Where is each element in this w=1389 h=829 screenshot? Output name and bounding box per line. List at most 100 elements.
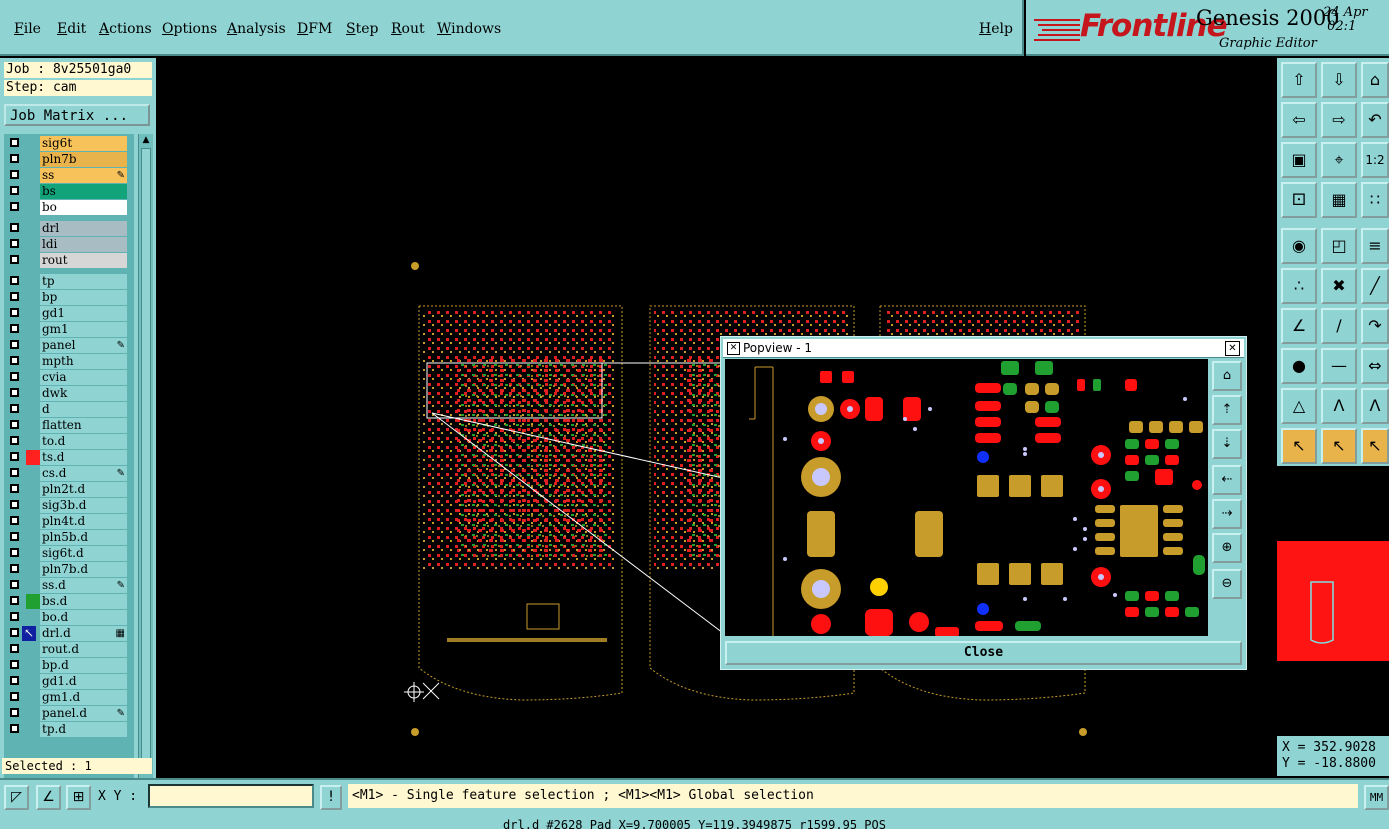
- layer-checkbox[interactable]: [10, 596, 19, 605]
- layer-row[interactable]: ↖ drl.d ▦: [4, 626, 128, 641]
- layer-row[interactable]: bo: [4, 200, 128, 215]
- snap-icon[interactable]: ⚀: [1281, 182, 1317, 218]
- layer-checkbox[interactable]: [10, 580, 19, 589]
- layer-name[interactable]: tp: [40, 274, 127, 289]
- layer-name[interactable]: to.d: [40, 434, 127, 449]
- layer-row[interactable]: tp.d: [4, 722, 128, 737]
- layer-row[interactable]: pln7b: [4, 152, 128, 167]
- layer-row[interactable]: panel.d ✎: [4, 706, 128, 721]
- a-bar-icon[interactable]: Ʌ: [1361, 388, 1389, 424]
- work-layer-arrow-icon[interactable]: ↖: [22, 626, 36, 641]
- layer-row[interactable]: flatten: [4, 418, 128, 433]
- pointer-alt-icon[interactable]: ↖: [1361, 428, 1389, 464]
- layer-color-swatch[interactable]: [26, 610, 40, 625]
- layer-name[interactable]: gm1: [40, 322, 127, 337]
- layer-color-swatch[interactable]: [26, 706, 40, 721]
- layer-color-swatch[interactable]: [26, 221, 40, 236]
- layer-row[interactable]: gd1: [4, 306, 128, 321]
- layer-color-swatch[interactable]: [26, 690, 40, 705]
- layer-name[interactable]: mpth: [40, 354, 127, 369]
- zoom-center-icon[interactable]: ⌖: [1321, 142, 1357, 178]
- layer-row[interactable]: panel ✎: [4, 338, 128, 353]
- snap-corner-icon[interactable]: ◸: [4, 785, 29, 810]
- layer-row[interactable]: gm1: [4, 322, 128, 337]
- layer-color-swatch[interactable]: [26, 354, 40, 369]
- layer-row[interactable]: gm1.d: [4, 690, 128, 705]
- layer-name[interactable]: bp: [40, 290, 127, 305]
- layer-color-swatch[interactable]: [26, 594, 40, 609]
- a-cap-icon[interactable]: Λ: [1321, 388, 1357, 424]
- layer-row[interactable]: cs.d ✎: [4, 466, 128, 481]
- zoom-top-icon[interactable]: ⇧: [1281, 62, 1317, 98]
- layer-name[interactable]: sig6t: [40, 136, 127, 151]
- layer-name[interactable]: ss.d ✎: [40, 578, 127, 593]
- layer-color-swatch[interactable]: [26, 152, 40, 167]
- layer-row[interactable]: sig6t.d: [4, 546, 128, 561]
- layer-checkbox[interactable]: [10, 170, 19, 179]
- layer-checkbox[interactable]: [10, 516, 19, 525]
- layer-name[interactable]: drl.d ▦: [40, 626, 127, 641]
- layer-row[interactable]: to.d: [4, 434, 128, 449]
- zoom-fit-icon[interactable]: ▣: [1281, 142, 1317, 178]
- layer-name[interactable]: ts.d: [40, 450, 127, 465]
- layer-row[interactable]: gd1.d: [4, 674, 128, 689]
- layer-name[interactable]: gd1.d: [40, 674, 127, 689]
- layer-name[interactable]: rout: [40, 253, 127, 268]
- grid-toggle-icon[interactable]: ⊞: [66, 785, 91, 810]
- popview-pan-left-icon[interactable]: ⇠: [1212, 465, 1242, 495]
- layer-row[interactable]: rout.d: [4, 642, 128, 657]
- popview-pan-up-icon[interactable]: ⇡: [1212, 395, 1242, 425]
- layer-name[interactable]: tp.d: [40, 722, 127, 737]
- layer-name[interactable]: gd1: [40, 306, 127, 321]
- layer-row[interactable]: bs.d: [4, 594, 128, 609]
- connect-icon[interactable]: ∴: [1281, 268, 1317, 304]
- menu-step[interactable]: Step: [346, 21, 378, 37]
- arc-icon[interactable]: ↷: [1361, 308, 1389, 344]
- popview-pan-down-icon[interactable]: ⇣: [1212, 429, 1242, 459]
- layer-color-swatch[interactable]: [26, 562, 40, 577]
- zoom-bottom-icon[interactable]: ⇩: [1321, 62, 1357, 98]
- units-button[interactable]: MM: [1364, 785, 1389, 810]
- layer-checkbox[interactable]: [10, 372, 19, 381]
- layer-color-swatch[interactable]: [26, 482, 40, 497]
- layer-name[interactable]: pln7b.d: [40, 562, 127, 577]
- layer-color-swatch[interactable]: [26, 530, 40, 545]
- layer-row[interactable]: ldi: [4, 237, 128, 252]
- layer-color-swatch[interactable]: [26, 578, 40, 593]
- layer-checkbox[interactable]: [10, 388, 19, 397]
- layer-color-swatch[interactable]: [26, 338, 40, 353]
- dimension-icon[interactable]: ⇔: [1361, 348, 1389, 384]
- layer-name[interactable]: bs: [40, 184, 127, 199]
- layer-name[interactable]: bo: [40, 200, 127, 215]
- cross-icon[interactable]: ✖: [1321, 268, 1357, 304]
- popview-close-button[interactable]: Close: [725, 641, 1242, 665]
- layer-row[interactable]: d: [4, 402, 128, 417]
- layer-color-swatch[interactable]: [26, 322, 40, 337]
- menu-dfm[interactable]: DFM: [297, 21, 332, 37]
- layer-color-swatch[interactable]: [26, 674, 40, 689]
- menu-edit[interactable]: Edit: [57, 21, 86, 37]
- layer-row[interactable]: bs: [4, 184, 128, 199]
- dash-line-icon[interactable]: —: [1321, 348, 1357, 384]
- layer-name[interactable]: flatten: [40, 418, 127, 433]
- angle-icon[interactable]: ∠: [1281, 308, 1317, 344]
- layer-color-swatch[interactable]: [26, 418, 40, 433]
- layer-row[interactable]: tp: [4, 274, 128, 289]
- network-icon[interactable]: ∷: [1361, 182, 1389, 218]
- layer-name[interactable]: d: [40, 402, 127, 417]
- layer-color-swatch[interactable]: [26, 402, 40, 417]
- pan-right-icon[interactable]: ⇨: [1321, 102, 1357, 138]
- layer-checkbox[interactable]: [10, 154, 19, 163]
- layer-name[interactable]: cs.d ✎: [40, 466, 127, 481]
- layer-checkbox[interactable]: [10, 340, 19, 349]
- layer-checkbox[interactable]: [10, 564, 19, 573]
- layer-checkbox[interactable]: [10, 255, 19, 264]
- layer-color-swatch[interactable]: [26, 274, 40, 289]
- menu-rout[interactable]: Rout: [391, 21, 425, 37]
- layer-checkbox[interactable]: [10, 612, 19, 621]
- layer-color-swatch[interactable]: [26, 498, 40, 513]
- layer-color-swatch[interactable]: [26, 466, 40, 481]
- layer-checkbox[interactable]: [10, 548, 19, 557]
- layer-checkbox[interactable]: [10, 724, 19, 733]
- layer-row[interactable]: mpth: [4, 354, 128, 369]
